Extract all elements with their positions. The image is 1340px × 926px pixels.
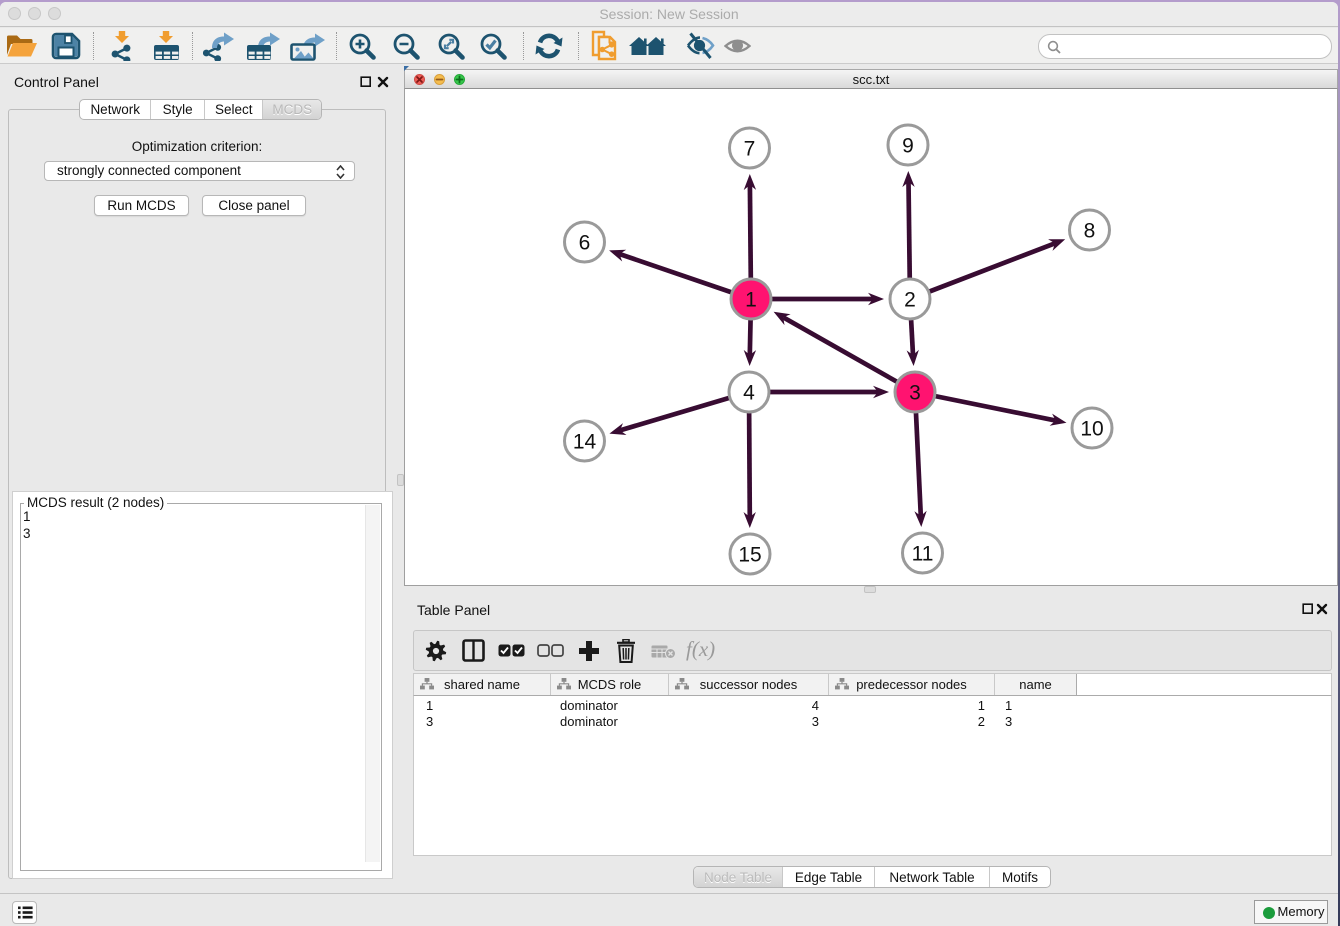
svg-text:2: 2 <box>904 289 916 312</box>
svg-text:1: 1 <box>745 289 757 312</box>
svg-text:14: 14 <box>573 431 597 454</box>
svg-text:7: 7 <box>744 138 756 161</box>
svg-text:10: 10 <box>1080 418 1103 441</box>
svg-text:11: 11 <box>912 543 934 566</box>
svg-text:8: 8 <box>1084 220 1096 243</box>
svg-text:3: 3 <box>909 382 921 405</box>
svg-text:15: 15 <box>738 544 761 567</box>
svg-text:6: 6 <box>579 232 591 255</box>
svg-text:4: 4 <box>743 382 755 405</box>
svg-text:9: 9 <box>902 135 914 158</box>
